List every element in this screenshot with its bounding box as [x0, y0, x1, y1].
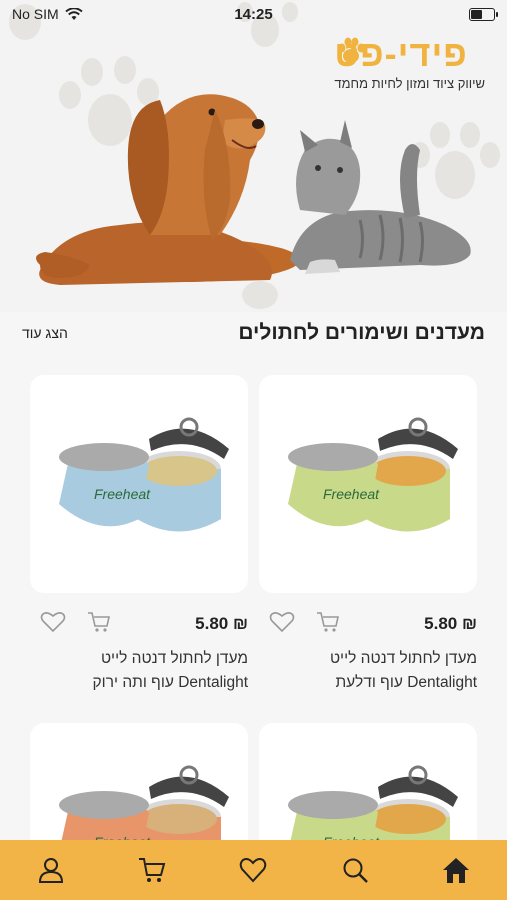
brand-tagline: שיווק ציוד ומזון לחיות מחמד [334, 75, 485, 91]
cart-icon [317, 612, 339, 632]
product-image[interactable]: Freeheat [259, 375, 477, 593]
section-header: הצג עוד מעדנים ושימורים לחתולים [22, 316, 485, 350]
can-brand-label: Freeheat [94, 486, 151, 502]
add-to-cart-button[interactable] [313, 607, 343, 637]
nav-search[interactable] [331, 846, 379, 894]
wifi-icon [65, 7, 83, 20]
battery-icon [469, 7, 498, 21]
cat-food-can-image: Freeheat [288, 417, 458, 532]
heart-icon [240, 858, 267, 883]
hero-banner: פידי-פט שיווק ציוד ומזון לחיות מחמד [0, 0, 507, 312]
nav-cart[interactable] [128, 846, 176, 894]
cart-icon [139, 858, 166, 882]
product-price: 5.80 ₪ [195, 614, 248, 633]
bottom-navigation [0, 840, 507, 900]
favorite-button[interactable] [38, 607, 68, 637]
heart-icon [269, 612, 295, 633]
nav-profile[interactable] [27, 846, 75, 894]
cat-food-can-image: Freeheat [59, 417, 229, 532]
product-card[interactable]: Freeheat 5.80 ₪ מעדן לחתול דנטה לייט Den… [259, 375, 477, 695]
carrier-label: No SIM [12, 6, 59, 22]
product-title[interactable]: מעדן לחתול דנטה לייט Dentalight עוף ודלע… [259, 647, 477, 695]
clock: 14:25 [234, 5, 273, 23]
search-icon [343, 858, 368, 883]
favorite-button[interactable] [267, 607, 297, 637]
product-title[interactable]: מעדן לחתול דנטה לייט Dentalight עוף ותה … [30, 647, 248, 695]
status-bar: No SIM 14:25 [0, 0, 507, 28]
home-icon [443, 858, 470, 883]
brand-name: פידי-פט [334, 33, 468, 74]
brand-logo[interactable]: פידי-פט שיווק ציוד ומזון לחיות מחמד [334, 34, 485, 91]
product-card[interactable]: Freeheat 5.80 ₪ מעדן לחתול דנטה לייט Den… [30, 375, 248, 695]
can-brand-label: Freeheat [323, 486, 380, 502]
user-icon [38, 858, 63, 883]
paw-icon [338, 37, 365, 63]
cart-icon [88, 612, 110, 632]
dog-illustration [36, 94, 300, 285]
nav-home[interactable] [432, 846, 480, 894]
section-title: מעדנים ושימורים לחתולים [238, 321, 485, 344]
product-image[interactable]: Freeheat [30, 375, 248, 593]
heart-icon [40, 612, 66, 633]
show-more-link[interactable]: הצג עוד [22, 325, 68, 341]
add-to-cart-button[interactable] [84, 607, 114, 637]
nav-favorites[interactable] [229, 846, 277, 894]
product-price: 5.80 ₪ [424, 614, 477, 633]
